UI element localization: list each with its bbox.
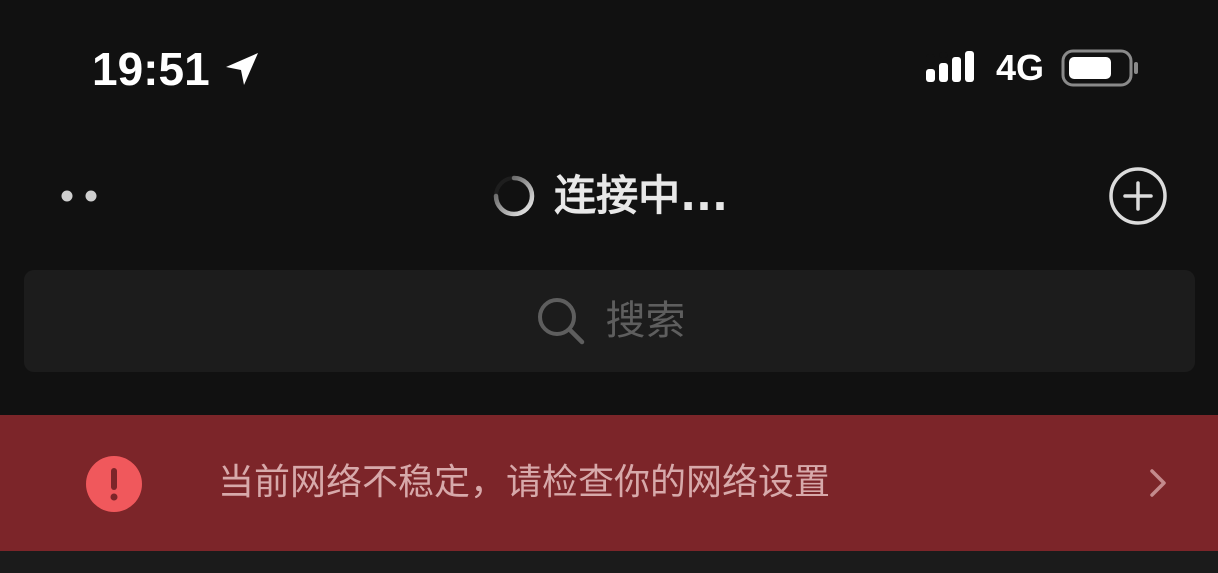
network-warning-banner[interactable]: 当前网络不稳定，请检查你的网络设置 — [0, 415, 1218, 551]
time-group: 19:51 — [92, 42, 262, 96]
signal-icon — [925, 51, 974, 82]
right-status: 4G — [924, 48, 1140, 88]
spinner-icon — [493, 175, 535, 217]
location-arrow-icon — [225, 53, 258, 85]
search-input[interactable]: 搜索 — [24, 270, 1195, 372]
search-icon — [537, 298, 584, 345]
status-time: 19:51 — [92, 43, 210, 95]
alert-icon — [86, 456, 142, 512]
status-bar: 19:51 4G — [0, 0, 1218, 130]
add-circle-icon[interactable] — [1106, 164, 1170, 228]
chevron-right-icon — [1150, 469, 1166, 497]
battery-icon — [1061, 49, 1138, 87]
title-group: 连接中... — [0, 168, 1218, 224]
page-title: 连接中... — [554, 171, 728, 220]
network-type: 4G — [995, 47, 1044, 88]
list-area-edge — [0, 551, 1218, 573]
nav-bar: 连接中... — [0, 150, 1218, 245]
search-placeholder: 搜索 — [605, 298, 686, 344]
banner-message: 当前网络不稳定，请检查你的网络设置 — [218, 462, 831, 503]
